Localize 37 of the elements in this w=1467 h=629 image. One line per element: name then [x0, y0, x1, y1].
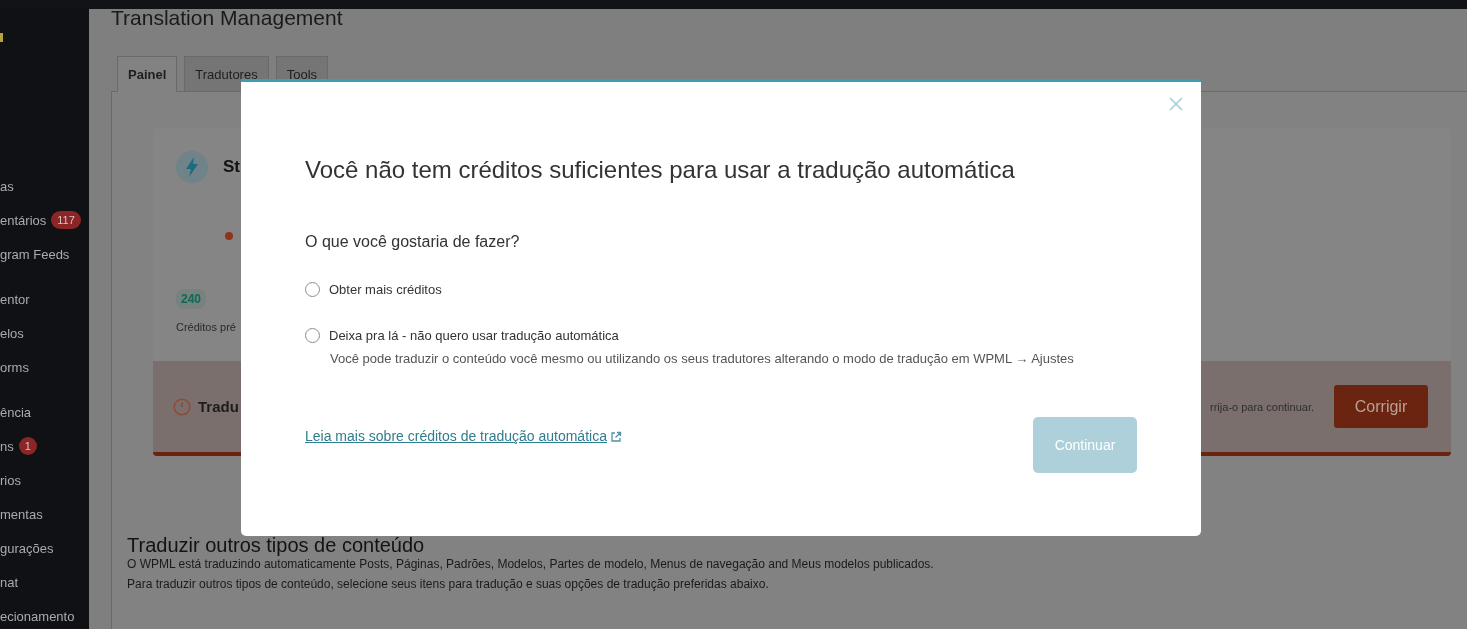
- count-badge: 1: [18, 437, 37, 455]
- sidebar-item[interactable]: mentas: [0, 497, 89, 531]
- sidebar-item[interactable]: ecionamento: [0, 599, 89, 629]
- card-title: St: [223, 157, 240, 177]
- sidebar-item[interactable]: entários 117: [0, 203, 89, 237]
- option-label[interactable]: Obter mais créditos: [329, 281, 442, 297]
- sidebar-item[interactable]: elos: [0, 316, 89, 350]
- error-title: Tradu: [198, 398, 239, 415]
- dialog-title: Você não tem créditos suficientes para usar a tradução automática: [305, 155, 1016, 185]
- fix-button[interactable]: Corrigir: [1334, 385, 1428, 428]
- help-link[interactable]: Leia mais sobre créditos de tradução automática: [305, 426, 607, 446]
- sidebar-item[interactable]: rios: [0, 463, 89, 497]
- sidebar-item[interactable]: gram Feeds: [0, 237, 89, 271]
- section-text: Para traduzir outros tipos de conteúdo, selecione seus itens para tradução e suas opções de tradução preferidas abaixo.: [127, 576, 770, 593]
- sidebar-item[interactable]: gurações: [0, 531, 89, 565]
- section-text: O WPML está traduzindo automaticamente Posts, Páginas, Padrões, Modelos, Partes de modelo, Menus de navegação and Meus modelos publicados.: [127, 556, 935, 573]
- sidebar-item[interactable]: ência: [0, 395, 89, 429]
- option-label[interactable]: Deixa pra lá - não quero usar tradução automática: [329, 327, 619, 343]
- section-heading: Traduzir outros tipos de conteúdo: [127, 536, 426, 554]
- option-description: Você pode traduzir o conteúdo você mesmo ou utilizando os seus tradutores alterando o modo de tradução em WPML → Ajustes: [330, 350, 1075, 368]
- lightning-icon: [176, 151, 208, 183]
- tab[interactable]: Painel: [117, 56, 178, 92]
- sidebar-item[interactable]: orms: [0, 350, 89, 384]
- sidebar-item[interactable]: ns 1: [0, 429, 89, 463]
- clock-icon: [173, 397, 191, 416]
- external-link-icon: [609, 431, 622, 443]
- credits-label: Créditos pré: [176, 320, 237, 335]
- page-title: Translation Management: [111, 9, 344, 30]
- credits-badge: 240: [176, 289, 207, 309]
- close-icon[interactable]: [1169, 97, 1183, 111]
- error-message: rrija-o para continuar.: [1210, 400, 1314, 413]
- sidebar-item[interactable]: entor: [0, 282, 89, 316]
- count-badge: 117: [51, 211, 81, 229]
- dialog-question: O que você gostaria de fazer?: [305, 232, 521, 252]
- sidebar-item[interactable]: as: [0, 169, 89, 203]
- sidebar-item[interactable]: nat: [0, 565, 89, 599]
- status-dot: [225, 232, 233, 240]
